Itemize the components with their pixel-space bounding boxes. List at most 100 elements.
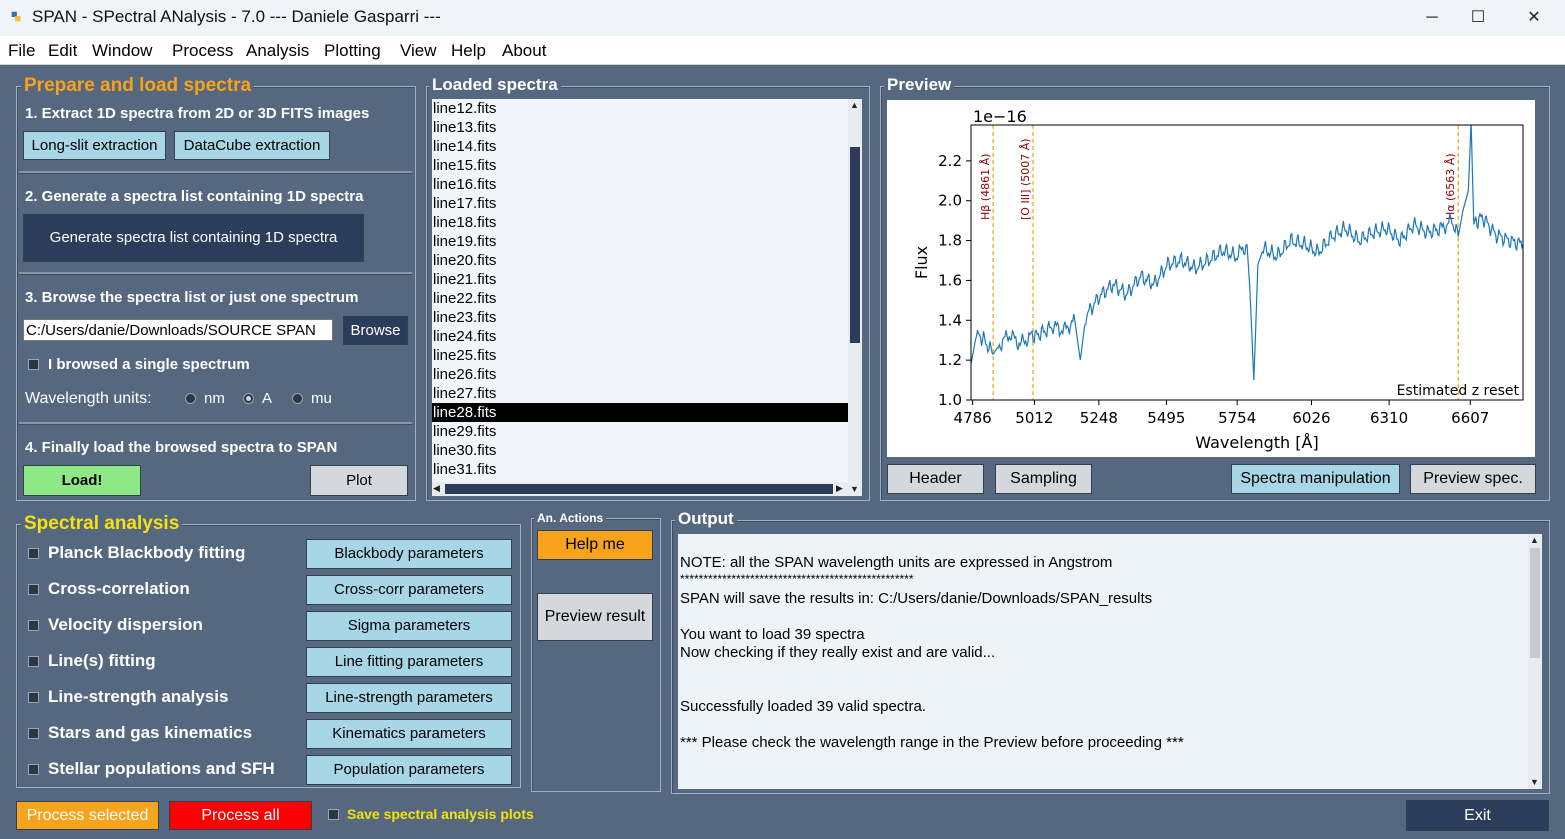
list-item[interactable]: line27.fits xyxy=(432,384,848,403)
analysis-checkbox-4[interactable] xyxy=(28,692,39,703)
x-tick-label: 6026 xyxy=(1292,409,1330,427)
single-spectrum-checkbox[interactable] xyxy=(28,359,39,370)
step2-label: 2. Generate a spectra list containing 1D… xyxy=(25,188,364,205)
separator xyxy=(19,422,412,425)
output-scroll-thumb[interactable] xyxy=(1530,548,1540,658)
analysis-parameters-button[interactable]: Line fitting parameters xyxy=(306,647,512,677)
menu-file[interactable]: File xyxy=(8,41,35,61)
scroll-down-icon[interactable]: ▼ xyxy=(1530,777,1539,787)
generate-spectra-list-button[interactable]: Generate spectra list containing 1D spec… xyxy=(23,214,364,262)
unit-mu-radio[interactable] xyxy=(292,393,303,404)
menu-view[interactable]: View xyxy=(400,41,437,61)
longslit-extraction-button[interactable]: Long-slit extraction xyxy=(23,131,166,160)
analysis-checkbox-2[interactable] xyxy=(28,620,39,631)
menu-process[interactable]: Process xyxy=(172,41,233,61)
list-item[interactable]: line24.fits xyxy=(432,327,848,346)
analysis-parameters-button[interactable]: Blackbody parameters xyxy=(306,539,512,569)
unit-nm-radio[interactable] xyxy=(185,393,196,404)
x-tick-label: 5012 xyxy=(1015,409,1053,427)
scroll-up-icon[interactable]: ▲ xyxy=(850,100,859,110)
plot-button[interactable]: Plot xyxy=(310,465,408,496)
analysis-parameters-button[interactable]: Sigma parameters xyxy=(306,611,512,641)
list-item-selected[interactable]: line28.fits xyxy=(432,403,848,422)
spectra-listbox[interactable]: line12.fits line13.fits line14.fits line15.… xyxy=(432,99,848,482)
list-item[interactable]: line21.fits xyxy=(432,270,848,289)
list-item[interactable]: line17.fits xyxy=(432,194,848,213)
minimize-icon[interactable]: ─ xyxy=(1409,0,1455,36)
y-tick-label: 2.0 xyxy=(938,192,962,210)
list-item[interactable]: line13.fits xyxy=(432,118,848,137)
analysis-checkbox-6[interactable] xyxy=(28,764,39,775)
spectra-path-input[interactable] xyxy=(23,319,333,341)
datacube-extraction-button[interactable]: DataCube extraction xyxy=(174,131,330,160)
title-bar: SPAN - SPectral ANalysis - 7.0 --- Danie… xyxy=(0,0,1565,36)
list-item[interactable]: line20.fits xyxy=(432,251,848,270)
list-item[interactable]: line12.fits xyxy=(432,99,848,118)
save-plots-checkbox[interactable] xyxy=(328,809,339,820)
browse-button[interactable]: Browse xyxy=(343,316,408,345)
list-item[interactable]: line16.fits xyxy=(432,175,848,194)
x-tick-label: 5754 xyxy=(1218,409,1256,427)
analysis-parameters-button[interactable]: Kinematics parameters xyxy=(306,719,512,749)
menu-about[interactable]: About xyxy=(502,41,546,61)
menu-help[interactable]: Help xyxy=(451,41,486,61)
loaded-spectra-title: Loaded spectra xyxy=(429,75,561,95)
analysis-checkbox-1[interactable] xyxy=(28,584,39,595)
list-scroll-thumb[interactable] xyxy=(850,147,860,343)
y-axis-label: Flux xyxy=(912,246,931,279)
list-vertical-scrollbar[interactable]: ▲ ▼ xyxy=(848,99,862,496)
menu-analysis[interactable]: Analysis xyxy=(246,41,309,61)
unit-nm-label: nm xyxy=(204,390,225,407)
scroll-up-icon[interactable]: ▲ xyxy=(1530,535,1539,545)
scroll-left-icon[interactable]: ◀ xyxy=(433,483,440,494)
close-icon[interactable]: ✕ xyxy=(1511,0,1557,36)
x-axis-label: Wavelength [Å] xyxy=(1195,433,1318,452)
analysis-checkbox-3[interactable] xyxy=(28,656,39,667)
exit-button[interactable]: Exit xyxy=(1406,800,1549,831)
analysis-checkbox-0[interactable] xyxy=(28,548,39,559)
analysis-parameters-button[interactable]: Cross-corr parameters xyxy=(306,575,512,605)
scroll-down-icon[interactable]: ▼ xyxy=(850,484,859,494)
menu-plotting[interactable]: Plotting xyxy=(324,41,381,61)
process-selected-button[interactable]: Process selected xyxy=(16,801,159,830)
menu-window[interactable]: Window xyxy=(92,41,152,61)
sampling-button[interactable]: Sampling xyxy=(995,464,1092,494)
analysis-checkbox-5[interactable] xyxy=(28,728,39,739)
output-scrollbar[interactable]: ▲ ▼ xyxy=(1528,534,1542,789)
analysis-label: Line(s) fitting xyxy=(48,651,156,670)
list-item[interactable]: line19.fits xyxy=(432,232,848,251)
maximize-icon[interactable]: ☐ xyxy=(1455,0,1501,36)
header-button[interactable]: Header xyxy=(887,464,984,494)
menu-edit[interactable]: Edit xyxy=(48,41,77,61)
output-textbox[interactable]: NOTE: all the SPAN wavelength units are … xyxy=(678,534,1528,789)
list-item[interactable]: line15.fits xyxy=(432,156,848,175)
step4-label: 4. Finally load the browsed spectra to S… xyxy=(25,439,338,456)
analysis-parameters-button[interactable]: Line-strength parameters xyxy=(306,683,512,713)
list-item[interactable]: line18.fits xyxy=(432,213,848,232)
output-line: SPAN will save the results in: C:/Users/… xyxy=(680,590,1153,607)
list-hscroll-thumb[interactable] xyxy=(445,484,833,494)
analysis-parameters-button[interactable]: Population parameters xyxy=(306,755,512,785)
list-item[interactable]: line23.fits xyxy=(432,308,848,327)
preview-spec-button[interactable]: Preview spec. xyxy=(1410,464,1536,494)
output-line: ****************************************… xyxy=(680,572,914,586)
list-item[interactable]: line29.fits xyxy=(432,422,848,441)
help-me-button[interactable]: Help me xyxy=(537,530,653,560)
list-item[interactable]: line22.fits xyxy=(432,289,848,308)
list-item[interactable]: line25.fits xyxy=(432,346,848,365)
load-button[interactable]: Load! xyxy=(23,465,141,496)
list-horizontal-scrollbar[interactable]: ◀ ▶ xyxy=(432,482,848,496)
list-item[interactable]: line14.fits xyxy=(432,137,848,156)
unit-mu-label: mu xyxy=(311,390,332,407)
list-item[interactable]: line31.fits xyxy=(432,460,848,479)
analysis-label: Cross-correlation xyxy=(48,579,190,598)
spectra-manipulation-button[interactable]: Spectra manipulation xyxy=(1231,464,1400,494)
process-all-button[interactable]: Process all xyxy=(169,801,312,830)
unit-a-radio[interactable] xyxy=(243,393,254,404)
scroll-right-icon[interactable]: ▶ xyxy=(836,483,843,494)
preview-result-button[interactable]: Preview result xyxy=(537,593,653,641)
chart-svg: Hβ (4861 Å) [O III] (5007 Å) Hα (6563 Å) 47… xyxy=(912,107,1524,452)
list-item[interactable]: line30.fits xyxy=(432,441,848,460)
list-item[interactable]: line26.fits xyxy=(432,365,848,384)
separator xyxy=(19,171,412,174)
